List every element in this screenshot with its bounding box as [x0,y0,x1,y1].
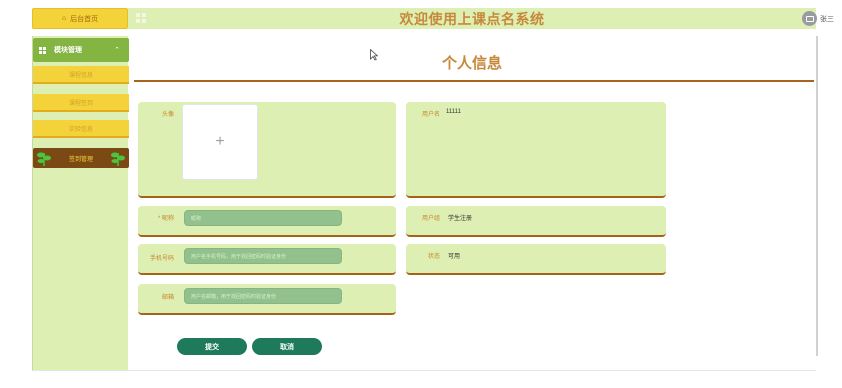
nickname-card: * 昵称 昵称 [138,206,396,237]
usergroup-card: 用户组 学生注册 [406,206,666,237]
nickname-placeholder: 昵称 [191,215,202,222]
username-value: 11111 [446,109,461,115]
user-area[interactable]: 张三 [802,11,834,26]
nickname-input[interactable]: 昵称 [184,210,342,226]
cancel-button[interactable]: 取消 [252,338,322,355]
title-divider [134,80,814,82]
sidebar-item-experiment-info[interactable]: 实验信息 [33,120,129,138]
sidebar-item-signin-manage[interactable]: 签到管理 [33,148,129,168]
page-title: 个人信息 [441,55,502,72]
email-placeholder: 用户名邮箱，用于找回密码时验证身份 [191,293,277,300]
usergroup-value: 学生注册 [448,216,473,222]
home-tab[interactable]: ⌂ 后台首页 [32,8,128,29]
submit-button[interactable]: 提交 [177,338,247,355]
app-title: 欢迎使用上课点名系统 [399,10,545,27]
vertical-scrollbar[interactable] [816,36,818,356]
phone-label: 手机号码 [149,256,174,262]
grid-icon[interactable] [136,13,146,23]
title-bar: 欢迎使用上课点名系统 [128,8,816,29]
username[interactable]: 张三 [820,14,834,24]
sidebar-item-label: 课程信息 [68,72,93,79]
status-value: 可用 [448,254,461,260]
status-label: 状态 [427,254,440,260]
sidebar-module-header[interactable]: 模块管理 ⌃ [33,38,129,62]
avatar-card: 头像 + [138,102,396,198]
email-input[interactable]: 用户名邮箱，用于找回密码时验证身份 [184,288,342,304]
main-content: 个人信息 头像 + 用户名 11111 * 昵称 昵称 用户组 学生注册 手机号… [128,36,816,370]
sidebar-item-course-info[interactable]: 课程信息 [33,66,129,84]
username-card: 用户名 11111 [406,102,666,198]
status-card: 状态 可用 [406,244,666,275]
email-card: 邮箱 用户名邮箱，用于找回密码时验证身份 [138,284,396,315]
sidebar-item-course-signin[interactable]: 课程签到 [33,94,129,112]
bottom-border [32,370,816,371]
sidebar-module-label: 模块管理 [54,47,82,54]
sidebar-item-label: 课程签到 [68,100,93,107]
home-icon: ⌂ [61,15,67,22]
plus-icon: + [215,133,225,150]
plant-icon [111,152,125,166]
phone-placeholder: 用户名手机号码，用于找回密码时验证身份 [191,253,287,260]
user-avatar-icon[interactable] [802,11,817,26]
avatar-label: 头像 [161,112,174,118]
mouse-pointer-icon [370,49,378,61]
top-bar: ⌂ 后台首页 欢迎使用上课点名系统 张三 [0,0,842,36]
email-label: 邮箱 [161,295,174,301]
phone-card: 手机号码 用户名手机号码，用于找回密码时验证身份 [138,244,396,275]
plant-icon [37,152,51,166]
usergroup-label: 用户组 [421,216,440,222]
grid-icon [39,46,46,54]
sidebar-item-label: 实验信息 [68,126,93,133]
username-label: 用户名 [421,112,440,118]
chevron-up-icon: ⌃ [114,47,120,54]
home-tab-label: 后台首页 [70,15,99,23]
phone-input[interactable]: 用户名手机号码，用于找回密码时验证身份 [184,248,342,264]
sidebar-item-label: 签到管理 [68,156,93,163]
nickname-label: * 昵称 [157,216,174,222]
avatar-upload[interactable]: + [182,104,258,180]
sidebar: 模块管理 ⌃ 课程信息 课程签到 实验信息 签到管理 [32,36,129,370]
